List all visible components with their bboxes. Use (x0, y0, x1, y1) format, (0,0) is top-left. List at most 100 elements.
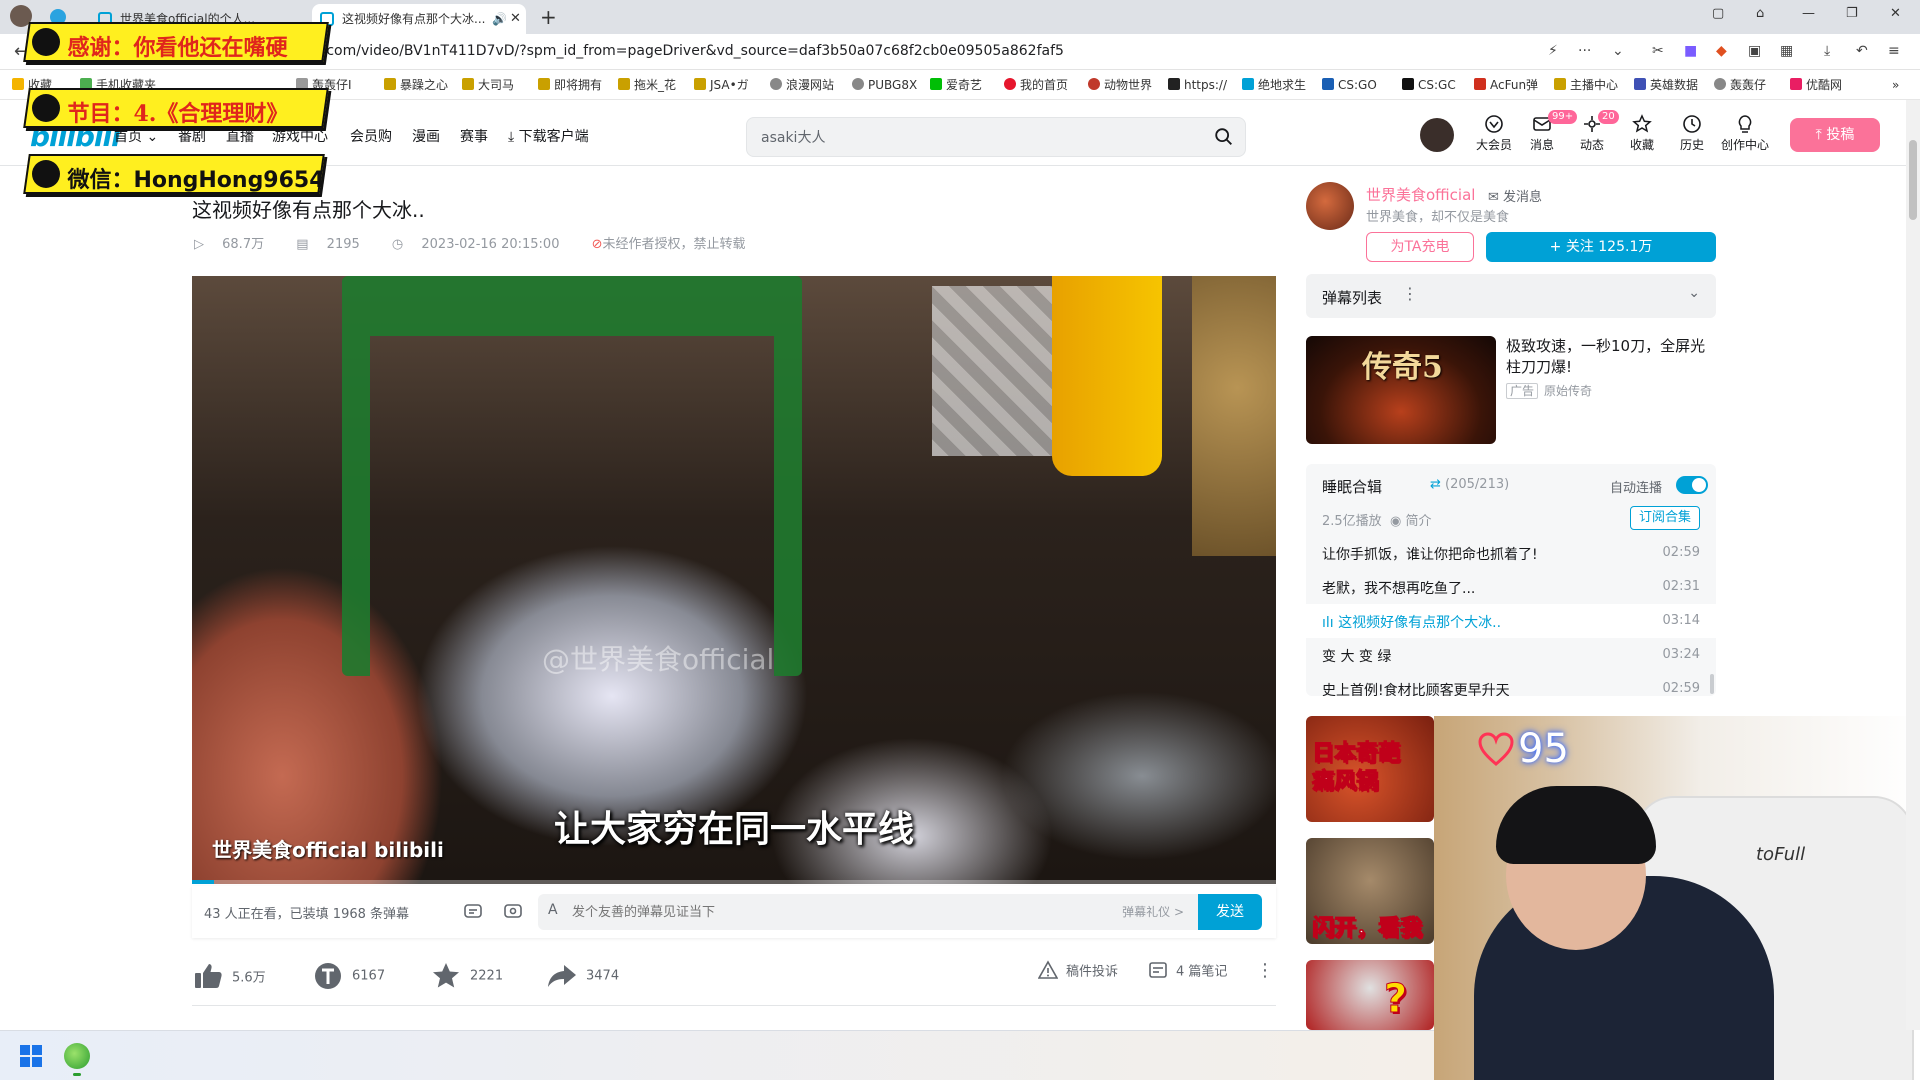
send-message-link[interactable]: ✉ 发消息 (1488, 186, 1542, 205)
follow-button[interactable]: + 关注 125.1万 (1486, 232, 1716, 262)
ad-thumbnail[interactable]: 传奇5 (1306, 336, 1496, 444)
notes-button[interactable]: 4 篇笔记 (1148, 960, 1227, 994)
page-scrollbar[interactable] (1906, 100, 1920, 1030)
nav-manga[interactable]: 漫画 (412, 126, 440, 146)
search-icon[interactable] (1213, 126, 1235, 148)
header-vip[interactable]: 大会员 (1472, 114, 1516, 153)
more-vertical-icon[interactable]: ⋮ (1256, 960, 1274, 994)
uploader-avatar[interactable] (1306, 182, 1354, 230)
bookmark-item[interactable]: 拖米_花 (618, 77, 676, 93)
collection-intro[interactable]: ◉ 简介 (1390, 510, 1432, 529)
header-history[interactable]: 历史 (1670, 114, 1714, 153)
subscribe-collection-button[interactable]: 订阅合集 (1630, 506, 1700, 530)
user-avatar[interactable] (1420, 118, 1454, 152)
close-window-icon[interactable]: ✕ (1890, 6, 1901, 21)
undo-icon[interactable]: ↶ (1856, 43, 1868, 59)
bookmark-item[interactable]: 浪漫网站 (770, 77, 834, 93)
charge-button[interactable]: 为TA充电 (1366, 232, 1474, 262)
browser-taskbar-icon[interactable] (64, 1043, 90, 1076)
chevron-down-icon[interactable]: ⌄ (1612, 43, 1624, 59)
bookmark-item[interactable]: 英雄数据 (1634, 77, 1698, 93)
apps-grid-icon[interactable]: ▦ (1780, 43, 1793, 59)
video-player[interactable]: @世界美食official 让大家穷在同一水平线 世界美食official bi… (192, 276, 1276, 884)
bookmarks-more-icon[interactable]: » (1892, 77, 1899, 93)
bookmark-item[interactable]: 动物世界 (1088, 77, 1152, 93)
bookmark-item[interactable]: CS:GC (1402, 77, 1456, 93)
upload-button[interactable]: ⤒ 投稿 (1790, 118, 1880, 152)
bookmark-item[interactable]: CS:GO (1322, 77, 1377, 93)
bookmark-item[interactable]: 大司马 (462, 77, 514, 93)
page-scrollbar-thumb[interactable] (1909, 140, 1917, 220)
download-icon[interactable]: ⤓ (1824, 43, 1830, 59)
tab-video[interactable]: 这视频好像有点那个大冰... 🔊 ✕ (312, 4, 526, 34)
header-favorites[interactable]: 收藏 (1620, 114, 1664, 153)
danmaku-list-panel[interactable]: 弹幕列表 ⋮ ⌄ (1306, 274, 1716, 318)
more-dots-icon[interactable]: ··· (1578, 43, 1591, 59)
windows-start-icon[interactable] (20, 1045, 42, 1067)
report-button[interactable]: 稿件投诉 (1037, 960, 1118, 994)
url-field[interactable]: i.com/video/BV1nT411D7vD/?spm_id_from=pa… (318, 43, 1064, 59)
episode-item[interactable]: 让你手抓饭，谁让你把命也抓着了! 02:59 (1306, 536, 1716, 570)
bookmark-item[interactable]: 即将拥有 (538, 77, 602, 93)
send-danmaku-button[interactable]: 发送 (1198, 894, 1262, 930)
menu-icon[interactable]: ≡ (1888, 43, 1900, 59)
minimize-icon[interactable]: — (1802, 6, 1815, 21)
chevron-down-icon[interactable]: ⌄ (1688, 285, 1700, 301)
recommend-thumbnail[interactable]: ? (1306, 960, 1434, 1030)
episode-item[interactable]: 老默，我不想再吃鱼了... 02:31 (1306, 570, 1716, 604)
more-vertical-icon[interactable]: ⋮ (1402, 284, 1418, 303)
nav-esports[interactable]: 赛事 (460, 126, 488, 146)
header-dynamic[interactable]: 动态 20 (1570, 110, 1619, 153)
ad-title[interactable]: 极致攻速，一秒10刀，全屏光柱刀刀爆! (1506, 336, 1716, 378)
nav-download-client[interactable]: ⤓ 下载客户端 (508, 126, 589, 146)
close-tab-icon[interactable]: ✕ (510, 4, 521, 34)
danmaku-input[interactable] (570, 901, 990, 923)
new-tab-button[interactable]: + (540, 5, 557, 29)
bookmark-item[interactable]: JSA•ガ (694, 77, 749, 93)
danmaku-toggle-icon[interactable] (462, 900, 484, 922)
font-style-icon[interactable]: A (548, 902, 558, 918)
bookmark-item[interactable]: 轰轰仔 (1714, 77, 1766, 93)
bookmark-item[interactable]: 主播中心 (1554, 77, 1618, 93)
danmaku-settings-icon[interactable] (502, 900, 524, 922)
coin-button[interactable]: 6167 (312, 960, 385, 994)
header-messages[interactable]: 消息 99+ (1520, 110, 1578, 153)
video-progress-bar[interactable] (192, 880, 1276, 884)
tab-count-icon[interactable]: ▢ (1712, 6, 1724, 21)
like-button[interactable]: 5.6万 (192, 960, 266, 994)
header-creator-center[interactable]: 创作中心 (1720, 114, 1770, 153)
lightning-icon[interactable]: ⚡ (1548, 43, 1558, 59)
episode-item[interactable]: 变 大 变 绿 03:24 (1306, 638, 1716, 672)
share-button[interactable]: 3474 (546, 960, 619, 994)
recommend-thumbnail[interactable]: 日本奇葩 痛风锅 (1306, 716, 1434, 822)
bookmark-item[interactable]: 优酷网 (1790, 77, 1842, 93)
extension-icon[interactable]: ■ (1684, 43, 1697, 59)
search-input[interactable] (759, 126, 1179, 148)
shirt-icon[interactable]: ⌂ (1756, 6, 1764, 21)
favorite-button[interactable]: 2221 (430, 960, 503, 994)
restore-icon[interactable]: ❐ (1846, 6, 1858, 21)
game-icon[interactable]: ◆ (1716, 43, 1727, 59)
collection-scrollbar[interactable] (1710, 674, 1714, 694)
bookmark-item[interactable]: 我的首页 (1004, 77, 1068, 93)
recommend-thumbnail[interactable]: 闪开，看我 (1306, 838, 1434, 944)
autoplay-toggle[interactable] (1676, 476, 1708, 494)
bookmark-item[interactable]: https:// (1168, 77, 1227, 93)
nav-mall[interactable]: 会员购 (350, 126, 392, 146)
episode-item[interactable]: 史上首例!食材比顾客更早升天 02:59 (1306, 672, 1716, 696)
nav-home[interactable]: 首页 ⌄ (114, 126, 158, 146)
nav-live[interactable]: 直播 (226, 126, 254, 146)
bookmark-item[interactable]: 爱奇艺 (930, 77, 982, 93)
nav-anime[interactable]: 番剧 (178, 126, 206, 146)
collection-title[interactable]: 睡眠合辑 (1322, 476, 1382, 497)
bookmark-item[interactable]: 暴躁之心 (384, 77, 448, 93)
bookmark-item[interactable]: 绝地求生 (1242, 77, 1306, 93)
danmaku-etiquette-link[interactable]: 弹幕礼仪 > (1122, 903, 1184, 920)
scissors-icon[interactable]: ✂ (1652, 43, 1664, 59)
bookmark-item[interactable]: AcFun弹 (1474, 77, 1538, 93)
episode-item-active[interactable]: ılı 这视频好像有点那个大冰.. 03:14 (1306, 604, 1716, 638)
bookmark-item[interactable]: PUBG8X (852, 77, 917, 93)
nav-game-center[interactable]: 游戏中心 (272, 126, 328, 146)
uploader-name[interactable]: 世界美食official (1366, 184, 1475, 205)
speaker-icon[interactable]: 🔊 (492, 4, 507, 34)
